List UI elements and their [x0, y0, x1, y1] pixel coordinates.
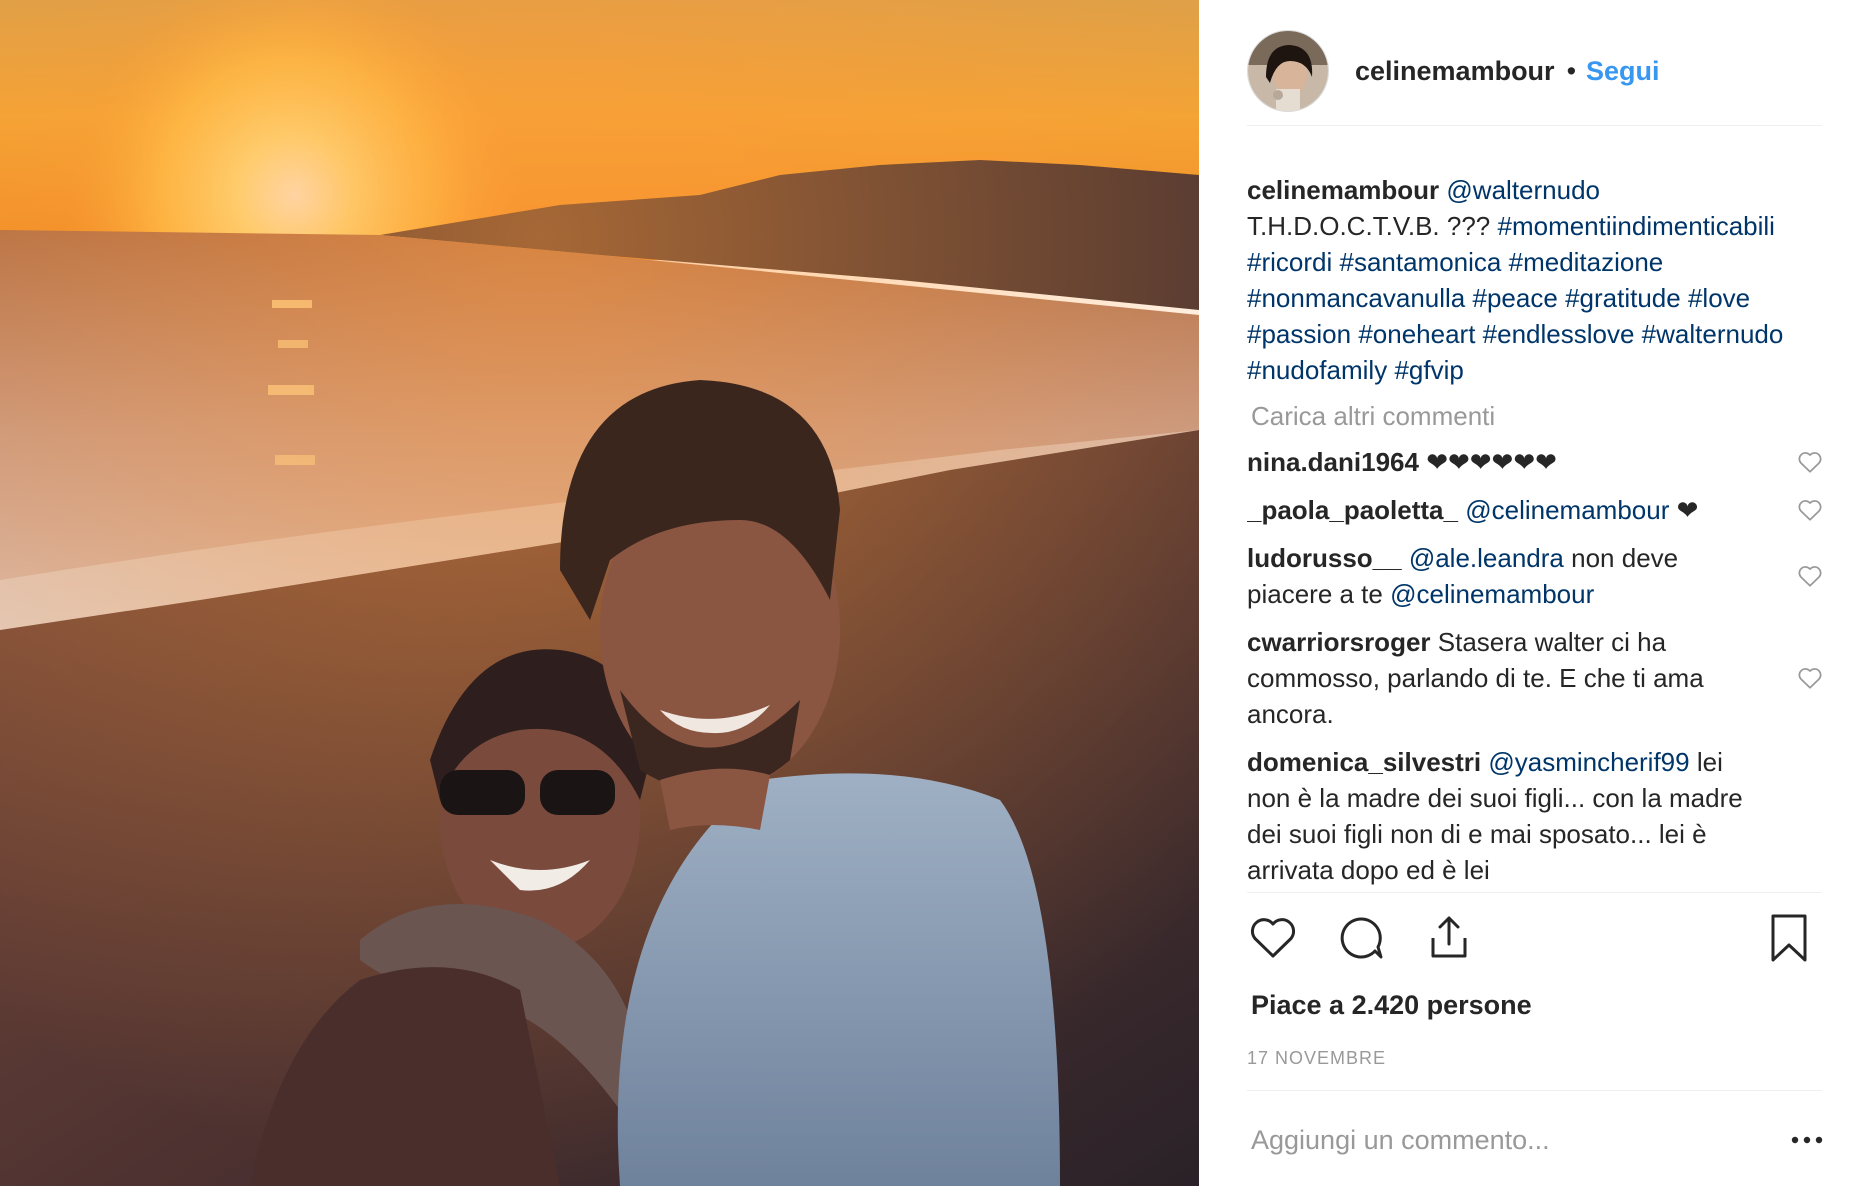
avatar-image [1248, 31, 1328, 111]
comment-mention[interactable]: @yasmincherif99 [1488, 747, 1689, 777]
comment-item: domenica_silvestri @yasmincherif99 lei n… [1247, 744, 1827, 888]
comment-text: ❤❤❤❤❤❤ [1426, 447, 1557, 477]
comment-username[interactable]: cwarriorsroger [1247, 627, 1431, 657]
comment-item: cwarriorsroger Stasera walter ci ha comm… [1247, 624, 1827, 732]
heart-icon[interactable] [1247, 912, 1299, 964]
footer-divider [1247, 1090, 1822, 1091]
follow-button[interactable]: Segui [1586, 56, 1660, 87]
hashtag[interactable]: #ricordi [1247, 247, 1332, 277]
heart-outline-icon[interactable] [1797, 498, 1823, 522]
comment-bubble-icon[interactable] [1335, 912, 1387, 964]
hashtag[interactable]: #gfvip [1394, 355, 1463, 385]
hashtag[interactable]: #peace [1473, 283, 1558, 313]
author-username[interactable]: celinemambour [1355, 56, 1555, 87]
hashtag[interactable]: #passion [1247, 319, 1351, 349]
hashtag[interactable]: #nonmancavanulla [1247, 283, 1465, 313]
load-more-comments-button[interactable]: Carica altri commenti [1251, 398, 1827, 434]
post-date: 17 NOVEMBRE [1247, 1048, 1387, 1068]
caption: celinemambour @walternudo T.H.D.O.C.T.V.… [1247, 172, 1827, 388]
heart-outline-icon[interactable] [1797, 666, 1823, 690]
caption-username[interactable]: celinemambour [1247, 175, 1439, 205]
post-photo[interactable] [0, 0, 1199, 1186]
hashtag[interactable]: #gratitude [1565, 283, 1681, 313]
comment-text: ❤ [1676, 495, 1699, 525]
comments-divider [1247, 892, 1822, 893]
header-divider [1247, 125, 1822, 126]
post-side-panel: celinemambour • Segui celinemambour @wal… [1199, 0, 1862, 1186]
comment-mention[interactable]: @celinemambour [1390, 579, 1594, 609]
more-options-icon[interactable] [1787, 1128, 1827, 1152]
instagram-post: celinemambour • Segui celinemambour @wal… [0, 0, 1862, 1186]
hashtag[interactable]: #meditazione [1509, 247, 1664, 277]
comments-list[interactable]: celinemambour @walternudo T.H.D.O.C.T.V.… [1247, 172, 1827, 890]
hashtag[interactable]: #walternudo [1642, 319, 1784, 349]
hashtag[interactable]: #love [1688, 283, 1750, 313]
hashtag[interactable]: #oneheart [1358, 319, 1475, 349]
heart-outline-icon[interactable] [1797, 564, 1823, 588]
action-bar [1247, 912, 1822, 972]
comment-item: ludorusso__ @ale.leandra non deve piacer… [1247, 540, 1827, 612]
comment-item: _paola_paoletta_ @celinemambour ❤ [1247, 492, 1827, 528]
hashtag[interactable]: #santamonica [1339, 247, 1501, 277]
comment-mention[interactable]: @ale.leandra [1409, 543, 1564, 573]
likes-count[interactable]: Piace a 2.420 persone [1251, 990, 1532, 1021]
heart-outline-icon[interactable] [1797, 450, 1823, 474]
comment-mention[interactable]: @celinemambour [1465, 495, 1669, 525]
hashtag[interactable]: #momentiindimenticabili [1497, 211, 1774, 241]
caption-mention[interactable]: @walternudo [1446, 175, 1600, 205]
bookmark-icon[interactable] [1763, 912, 1815, 964]
comment-username[interactable]: _paola_paoletta_ [1247, 495, 1458, 525]
comment-username[interactable]: ludorusso__ [1247, 543, 1402, 573]
add-comment-input[interactable] [1247, 1118, 1771, 1162]
separator-dot: • [1566, 55, 1577, 86]
avatar[interactable] [1247, 30, 1329, 112]
hashtag[interactable]: #endlesslove [1483, 319, 1635, 349]
comment-username[interactable]: nina.dani1964 [1247, 447, 1419, 477]
post-header: celinemambour • Segui [1247, 30, 1822, 112]
comment-username[interactable]: domenica_silvestri [1247, 747, 1481, 777]
caption-text: T.H.D.O.C.T.V.B. ??? [1247, 211, 1491, 241]
sunset-beach-photo [0, 0, 1199, 1186]
hashtag[interactable]: #nudofamily [1247, 355, 1387, 385]
comment-item: nina.dani1964 ❤❤❤❤❤❤ [1247, 444, 1827, 480]
share-icon[interactable] [1423, 912, 1475, 964]
